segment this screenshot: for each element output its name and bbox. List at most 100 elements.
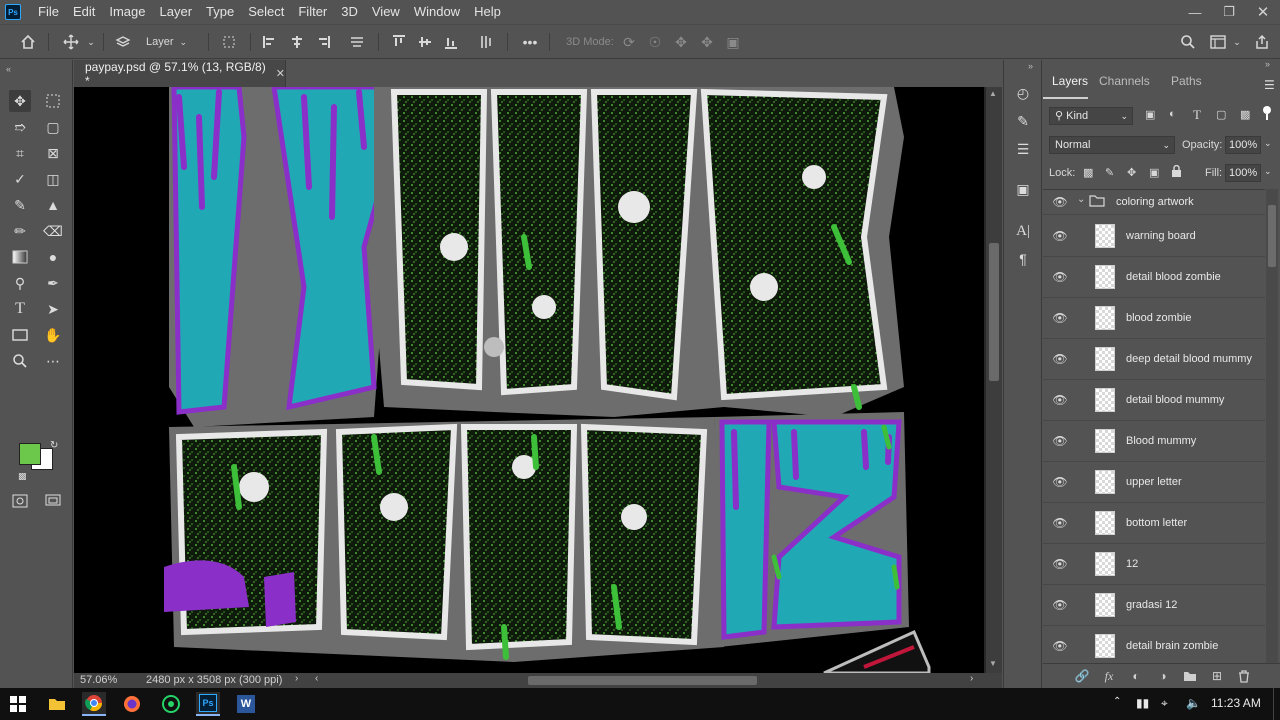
blur-tool-icon[interactable]: ●	[42, 246, 64, 268]
scroll-left-icon[interactable]: ‹	[315, 673, 318, 684]
clone-stamp-icon[interactable]: ▲	[42, 194, 64, 216]
show-desktop-button[interactable]	[1273, 688, 1280, 720]
path-selection-icon[interactable]: ➤	[42, 298, 64, 320]
photoshop-logo-icon[interactable]: Ps	[5, 4, 21, 20]
visibility-eye-icon[interactable]: 👁	[1052, 270, 1067, 284]
screen-mode-icon[interactable]	[42, 490, 64, 512]
minimize-button[interactable]: —	[1178, 0, 1212, 24]
3d-orbit-icon[interactable]: ⟳	[620, 33, 638, 51]
fill-input[interactable]: 100%	[1225, 164, 1261, 182]
scroll-right-icon[interactable]: ›	[970, 673, 973, 684]
panel-menu-icon[interactable]: ☰	[1264, 78, 1275, 92]
layer-row[interactable]: 👁 bottom letter	[1043, 503, 1265, 544]
chevron-down-icon[interactable]: ⌄	[86, 33, 96, 51]
vertical-scroll-thumb[interactable]	[989, 243, 999, 381]
menu-3d[interactable]: 3D	[334, 0, 365, 24]
vertical-scrollbar[interactable]: ▲ ▼	[986, 87, 1002, 673]
lock-image-icon[interactable]: ✎	[1105, 166, 1114, 179]
3d-roll-icon[interactable]: ☉	[646, 33, 664, 51]
volume-icon[interactable]: 🔈	[1186, 696, 1201, 710]
lock-transparent-icon[interactable]: ▩	[1083, 166, 1093, 179]
align-right-icon[interactable]	[314, 33, 332, 51]
dodge-tool-icon[interactable]: ⚲	[9, 272, 31, 294]
align-middle-icon[interactable]	[416, 33, 434, 51]
brush-tool-icon[interactable]: ✎	[9, 194, 31, 216]
collapse-toolbar-icon[interactable]: «	[6, 64, 11, 74]
history-panel-icon[interactable]: ◴	[1012, 82, 1034, 104]
move-tool-icon[interactable]	[60, 33, 82, 51]
menu-window[interactable]: Window	[407, 0, 467, 24]
visibility-eye-icon[interactable]: 👁	[1052, 639, 1067, 653]
layer-row[interactable]: 👁 warning board	[1043, 216, 1265, 257]
visibility-eye-icon[interactable]: 👁	[1052, 475, 1067, 489]
windows-start-icon[interactable]	[6, 692, 30, 716]
status-menu-arrow-icon[interactable]: ›	[295, 673, 298, 684]
new-layer-icon[interactable]: ⊞	[1210, 669, 1224, 683]
3d-pan-icon[interactable]: ✥	[672, 33, 690, 51]
hand-tool-icon[interactable]: ✋	[42, 324, 64, 346]
adjustments-panel-icon[interactable]: ☰	[1012, 138, 1034, 160]
quick-mask-icon[interactable]	[9, 490, 31, 512]
scroll-down-icon[interactable]: ▼	[989, 659, 997, 668]
layer-group-row[interactable]: 👁 ⌄ coloring artwork	[1043, 190, 1265, 215]
close-button[interactable]: ✕	[1246, 0, 1280, 24]
layer-row[interactable]: 👁 detail brain zombie	[1043, 626, 1265, 663]
move-tool-icon[interactable]: ✥	[9, 90, 31, 112]
healing-brush-icon[interactable]: ◫	[42, 168, 64, 190]
chevron-down-icon[interactable]: ⌄	[1264, 166, 1272, 177]
lock-position-icon[interactable]: ✥	[1127, 166, 1136, 179]
chevron-down-icon[interactable]: ⌄	[1264, 138, 1272, 149]
opacity-input[interactable]: 100%	[1225, 136, 1261, 154]
3d-camera-icon[interactable]: ▣	[724, 33, 742, 51]
share-icon[interactable]	[1252, 33, 1272, 51]
add-mask-icon[interactable]: ◐	[1129, 669, 1143, 683]
visibility-eye-icon[interactable]: 👁	[1052, 229, 1067, 243]
photoshop-taskbar-icon[interactable]: Ps	[196, 692, 220, 716]
layer-row[interactable]: 👁 detail blood mummy	[1043, 380, 1265, 421]
fx-icon[interactable]: fx	[1102, 669, 1116, 683]
word-icon[interactable]: W	[234, 692, 258, 716]
menu-image[interactable]: Image	[102, 0, 152, 24]
menu-help[interactable]: Help	[467, 0, 508, 24]
filter-type-icon[interactable]: T	[1193, 107, 1201, 123]
layer-row[interactable]: 👁 blood zombie	[1043, 298, 1265, 339]
eraser-tool-icon[interactable]: ⌫	[42, 220, 64, 242]
layer-row[interactable]: 👁 detail blood zombie	[1043, 257, 1265, 298]
menu-filter[interactable]: Filter	[291, 0, 334, 24]
visibility-eye-icon[interactable]: 👁	[1052, 557, 1067, 571]
visibility-eye-icon[interactable]: 👁	[1052, 516, 1067, 530]
visibility-eye-icon[interactable]: 👁	[1052, 352, 1067, 366]
pen-tool-icon[interactable]: ✒	[42, 272, 64, 294]
auto-select-dropdown[interactable]: Layer ⌄	[146, 33, 198, 51]
delete-layer-icon[interactable]	[1237, 669, 1251, 683]
collapse-panel-icon[interactable]: »	[1265, 59, 1270, 69]
scroll-up-icon[interactable]: ▲	[989, 89, 997, 98]
new-group-icon[interactable]	[1183, 669, 1197, 683]
layer-row[interactable]: 👁 gradasi 12	[1043, 585, 1265, 626]
libraries-panel-icon[interactable]: ▣	[1012, 178, 1034, 200]
align-top-icon[interactable]	[390, 33, 408, 51]
align-center-h-icon[interactable]	[288, 33, 306, 51]
filter-kind-dropdown[interactable]: ⚲ Kind ⌄	[1049, 107, 1133, 125]
crop-tool-icon[interactable]: ⌗	[9, 142, 31, 164]
foreground-color-swatch[interactable]	[19, 443, 41, 465]
document-tab[interactable]: paypay.psd @ 57.1% (13, RGB/8) * ✕	[74, 60, 286, 88]
menu-type[interactable]: Type	[199, 0, 241, 24]
firefox-icon[interactable]	[120, 692, 144, 716]
layers-scroll-thumb[interactable]	[1268, 205, 1276, 267]
chevron-down-icon[interactable]: ⌄	[1077, 194, 1085, 205]
more-options-icon[interactable]: •••	[518, 33, 542, 51]
visibility-eye-icon[interactable]: 👁	[1052, 195, 1067, 209]
brush-settings-icon[interactable]: ✎	[1012, 110, 1034, 132]
edit-toolbar-icon[interactable]: ⋯	[42, 350, 64, 372]
transform-controls-icon[interactable]	[219, 33, 239, 51]
zoom-level[interactable]: 57.06%	[80, 674, 117, 686]
distribute-vertical-icon[interactable]	[477, 33, 495, 51]
default-colors-icon[interactable]: ▩	[18, 471, 27, 482]
collapse-strip-icon[interactable]: »	[1028, 61, 1033, 71]
frame-tool-icon[interactable]: ⊠	[42, 142, 64, 164]
blend-mode-dropdown[interactable]: Normal ⌄	[1049, 136, 1175, 154]
object-selection-icon[interactable]: ▢	[42, 116, 64, 138]
eyedropper-tool-icon[interactable]: ✓	[9, 168, 31, 190]
layer-row[interactable]: 👁 deep detail blood mummy	[1043, 339, 1265, 380]
